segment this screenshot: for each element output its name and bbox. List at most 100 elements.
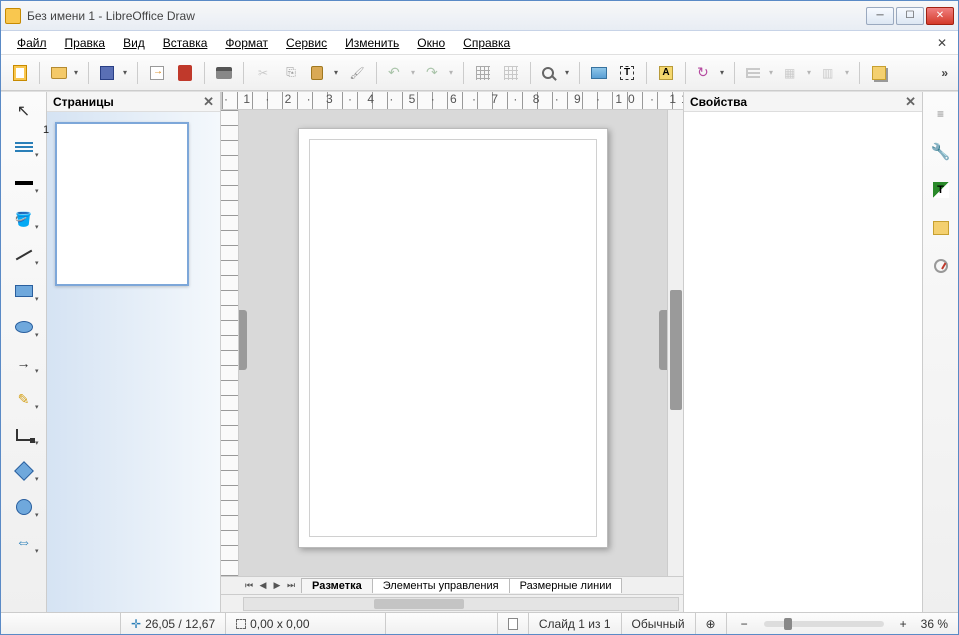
image-button[interactable] (586, 60, 612, 86)
close-button[interactable]: ✕ (926, 7, 954, 25)
properties-panel-close-icon[interactable]: ✕ (905, 94, 916, 110)
menu-edit[interactable]: Правка (57, 34, 114, 52)
zoom-slider[interactable] (764, 621, 884, 627)
maximize-button[interactable]: ☐ (896, 7, 924, 25)
textbox-button[interactable]: T (614, 60, 640, 86)
distribute-icon: ▥ (822, 66, 833, 80)
sidebar-gallery-button[interactable] (929, 216, 953, 240)
print-icon (216, 67, 232, 79)
standard-toolbar: ✂ ⎘ 🖌 ↶ ↶ T A ↻ ▦ ▥ » (1, 55, 958, 91)
ellipse-tool[interactable] (8, 314, 40, 340)
open-icon (51, 67, 67, 79)
distribute-button[interactable]: ▥ (817, 60, 853, 86)
arrange-button[interactable]: ▦ (779, 60, 815, 86)
sidebar-properties-button[interactable]: 🔧 (929, 140, 953, 164)
rotate-button[interactable]: ↻ (692, 60, 728, 86)
pdf-button[interactable] (172, 60, 198, 86)
toolbar-more-icon[interactable]: » (937, 62, 952, 84)
panel-expander-right[interactable] (659, 310, 667, 370)
shadow-button[interactable] (866, 60, 892, 86)
horizontal-scrollbar[interactable] (243, 597, 679, 611)
nav-first-icon[interactable]: ⏮ (243, 580, 255, 591)
fill-tool[interactable]: 🪣 (8, 206, 40, 232)
horizontal-ruler[interactable]: · 1 · 2 · 3 · 4 · 5 · 6 · 7 · 8 · 9 · 10… (221, 92, 683, 110)
new-button[interactable] (7, 60, 33, 86)
redo-button[interactable]: ↶ (421, 60, 457, 86)
snap-button[interactable] (498, 60, 524, 86)
tab-controls[interactable]: Элементы управления (372, 578, 510, 593)
nav-last-icon[interactable]: ⏭ (285, 580, 297, 591)
basic-shapes-tool[interactable] (8, 458, 40, 484)
zoom-in-button[interactable]: + (896, 617, 911, 631)
tab-dimlines[interactable]: Размерные линии (509, 578, 623, 593)
line-style-tool[interactable] (8, 134, 40, 160)
zoom-percent[interactable]: 36 % (921, 617, 948, 631)
menu-service[interactable]: Сервис (278, 34, 335, 52)
menu-insert[interactable]: Вставка (155, 34, 216, 52)
menu-file[interactable]: Файл (9, 34, 55, 52)
align-button[interactable] (741, 60, 777, 86)
menu-format[interactable]: Формат (217, 34, 276, 52)
arrow-icon: → (17, 355, 31, 371)
minimize-button[interactable]: ─ (866, 7, 894, 25)
menu-view[interactable]: Вид (115, 34, 153, 52)
connector-tool[interactable] (8, 422, 40, 448)
status-bar: ✛ 26,05 / 12,67 0,00 x 0,00 Слайд 1 из 1… (1, 612, 958, 634)
paste-button[interactable] (306, 60, 342, 86)
properties-panel-title: Свойства (690, 95, 747, 109)
status-fit[interactable]: ⊕ (696, 613, 727, 634)
status-mode[interactable]: Обычный (622, 613, 696, 634)
print-button[interactable] (211, 60, 237, 86)
status-slide[interactable]: Слайд 1 из 1 (529, 613, 622, 634)
vertical-scrollbar[interactable] (667, 110, 683, 576)
menu-modify[interactable]: Изменить (337, 34, 407, 52)
paste-icon (311, 66, 323, 80)
brush-icon: 🖌 (349, 66, 364, 80)
fontwork-button[interactable]: A (653, 60, 679, 86)
sidebar-settings-button[interactable]: ≡ (929, 102, 953, 126)
cut-button[interactable]: ✂ (250, 60, 276, 86)
fit-icon: ⊕ (706, 617, 716, 631)
nav-prev-icon[interactable]: ◀ (257, 580, 269, 591)
drawing-canvas[interactable] (239, 110, 667, 576)
block-arrows-tool[interactable]: ⇔ (8, 530, 40, 556)
cut-icon: ✂ (258, 66, 268, 80)
symbol-shapes-tool[interactable] (8, 494, 40, 520)
line-tool[interactable] (8, 242, 40, 268)
pages-panel-title: Страницы (53, 95, 114, 109)
status-zoom: − + 36 % (727, 613, 958, 634)
sidebar-styles-button[interactable]: T (929, 178, 953, 202)
zoom-button[interactable] (537, 60, 573, 86)
line-width-tool[interactable] (8, 170, 40, 196)
copy-button[interactable]: ⎘ (278, 60, 304, 86)
styles-icon: T (933, 182, 949, 198)
page-surface[interactable] (298, 128, 608, 548)
page-thumbnail-1[interactable]: 1 (55, 122, 189, 286)
select-tool[interactable]: ↖ (8, 98, 40, 124)
menu-help[interactable]: Справка (455, 34, 518, 52)
pages-panel-close-icon[interactable]: ✕ (203, 94, 214, 110)
document-close-icon[interactable]: ✕ (934, 36, 950, 50)
zoom-out-button[interactable]: − (737, 617, 752, 631)
panel-expander-left[interactable] (239, 310, 247, 370)
menu-window[interactable]: Окно (409, 34, 453, 52)
vscroll-thumb[interactable] (670, 290, 682, 410)
arrow-tool[interactable]: → (8, 350, 40, 376)
open-button[interactable] (46, 60, 82, 86)
zoom-slider-thumb[interactable] (784, 618, 792, 630)
redo-icon: ↶ (426, 64, 438, 81)
nav-next-icon[interactable]: ▶ (271, 580, 283, 591)
curve-tool[interactable]: ✎ (8, 386, 40, 412)
hscroll-thumb[interactable] (374, 599, 464, 609)
export-button[interactable] (144, 60, 170, 86)
undo-button[interactable]: ↶ (383, 60, 419, 86)
save-button[interactable] (95, 60, 131, 86)
window-title: Без имени 1 - LibreOffice Draw (27, 9, 866, 23)
status-size: 0,00 x 0,00 (226, 613, 386, 634)
tab-layout[interactable]: Разметка (301, 578, 373, 593)
format-paint-button[interactable]: 🖌 (344, 60, 370, 86)
rect-tool[interactable] (8, 278, 40, 304)
grid-button[interactable] (470, 60, 496, 86)
sidebar-navigator-button[interactable] (929, 254, 953, 278)
vertical-ruler[interactable] (221, 110, 239, 576)
